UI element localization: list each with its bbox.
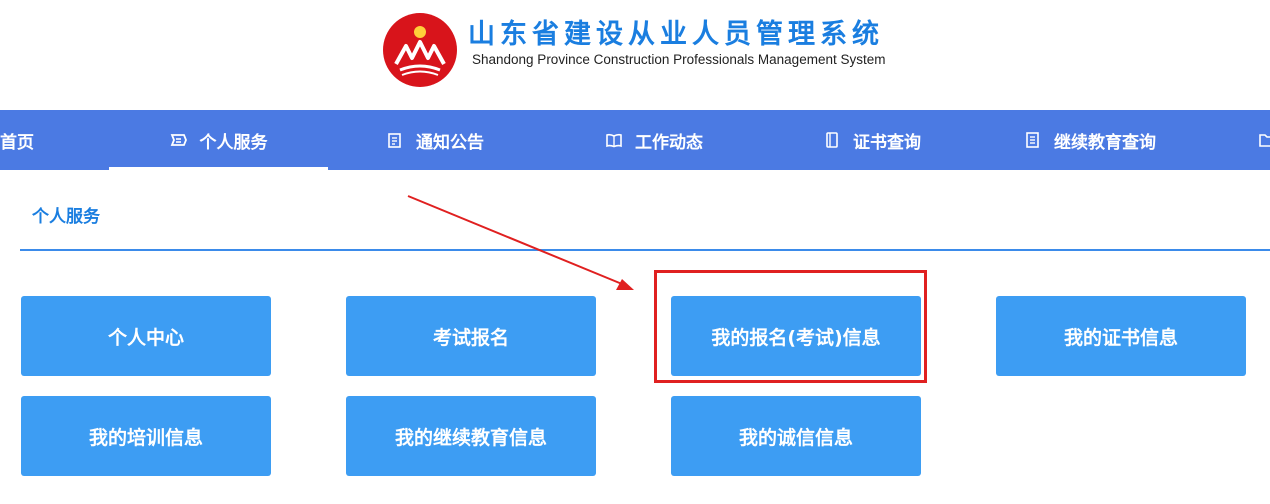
- annotation-arrow-icon: [407, 195, 634, 290]
